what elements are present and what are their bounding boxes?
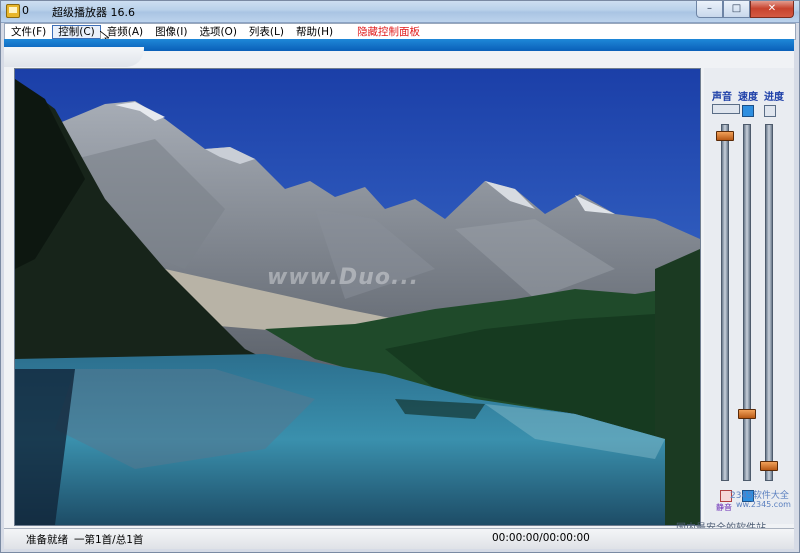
speed-reset-button[interactable] [742,105,754,117]
control-panel: 声音 速度 进度 静音 2345软件大全 ww.2345.com [704,68,794,524]
volume-label: 声音 [712,92,732,103]
status-bar: 准备就绪 一第1首/总1首 00:00:00/00:00:00 [4,528,794,549]
speed-slider-track[interactable] [743,124,751,481]
status-time: 00:00:00/00:00:00 [492,532,590,544]
header-tab-decoration [4,47,144,67]
window-title: 超级播放器 16.6 [52,6,135,19]
menu-list[interactable]: 列表(L) [243,25,290,39]
menu-options[interactable]: 选项(O) [193,25,242,39]
speed-label: 速度 [738,92,758,103]
menu-help[interactable]: 帮助(H) [290,25,339,39]
app-icon[interactable] [6,4,20,18]
mute-label: 静音 [716,503,732,512]
status-ready-text: 准备就绪 [26,534,68,546]
window-buttons: – □ ✕ [696,0,794,18]
title-number: 0 [22,4,29,17]
status-track-count: 一第1首/总1首 [74,534,144,546]
maximize-button[interactable]: □ [723,0,750,18]
video-display[interactable]: www.Duo... [14,68,701,526]
progress-up-button[interactable] [764,105,776,117]
progress-label: 进度 [764,92,784,103]
menu-file[interactable]: 文件(F) [5,25,52,39]
progress-slider-thumb[interactable] [760,460,778,471]
close-button[interactable]: ✕ [750,0,794,18]
menu-control[interactable]: 控制(C) [52,24,101,39]
menu-bar: 文件(F) 控制(C) 音频(A) 图像(I) 选项(O) 列表(L) 帮助(H… [4,23,796,40]
hide-control-panel-button[interactable]: 隐藏控制面板 [351,25,426,39]
volume-slider-thumb[interactable] [716,130,734,141]
volume-slider-track[interactable] [721,124,729,481]
title-bar: 0 超级播放器 16.6 – □ ✕ [0,0,800,23]
menu-image[interactable]: 图像(I) [149,25,193,39]
speed-slider-thumb[interactable] [738,408,756,419]
volume-balance-bar[interactable] [712,104,740,114]
video-watermark: www.Duo... [267,265,420,290]
minimize-button[interactable]: – [696,0,723,18]
progress-slider-track[interactable] [765,124,773,481]
mountain-lake-image [15,69,700,525]
site-url-text: ww.2345.com [736,500,791,509]
